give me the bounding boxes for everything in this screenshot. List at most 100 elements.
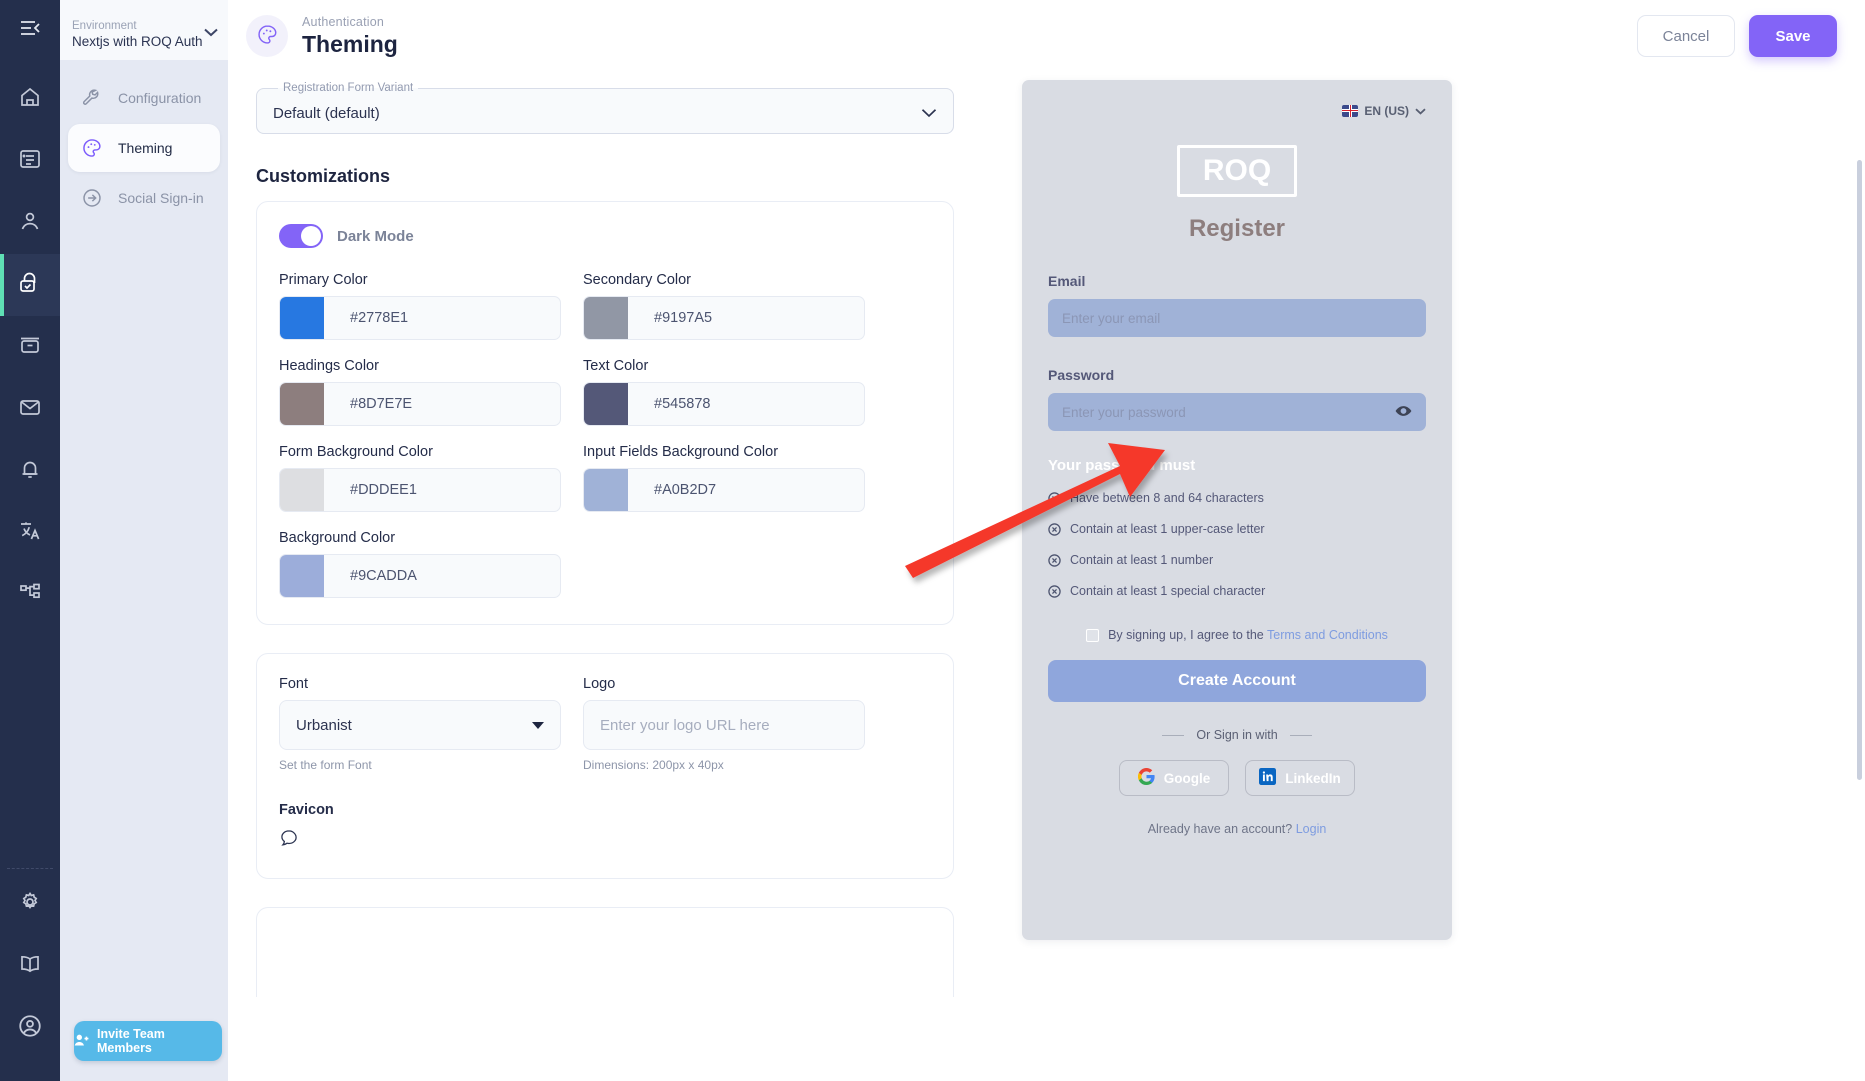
cancel-button[interactable]: Cancel	[1637, 15, 1735, 57]
page-icon-badge	[246, 15, 288, 57]
font-select[interactable]: Urbanist	[279, 700, 561, 750]
color-input[interactable]: #DDDEE1	[279, 468, 561, 512]
google-signin-button[interactable]: Google	[1119, 760, 1229, 796]
email-field[interactable]: Enter your email	[1048, 299, 1426, 337]
rail-item-mail[interactable]	[0, 378, 60, 440]
linkedin-signin-button[interactable]: LinkedIn	[1245, 760, 1355, 796]
account-circle-icon	[17, 1013, 43, 1043]
rail-item-docs[interactable]	[0, 935, 60, 997]
color-swatch[interactable]	[584, 297, 628, 339]
password-rule: Contain at least 1 upper-case letter	[1048, 522, 1426, 536]
password-field[interactable]: Enter your password	[1048, 393, 1426, 431]
caret-down-icon	[532, 721, 544, 729]
rail-item-list[interactable]	[0, 130, 60, 192]
rail-item-authentication[interactable]	[0, 254, 60, 316]
logo-url-input[interactable]: Enter your logo URL here	[583, 700, 865, 750]
save-button[interactable]: Save	[1749, 15, 1837, 57]
palette-icon	[256, 23, 279, 50]
uk-flag-icon	[1342, 104, 1359, 117]
font-logo-card: Font Urbanist Set the form Font Logo Ent…	[256, 653, 954, 879]
environment-selector[interactable]: Environment Nextjs with ROQ Auth	[60, 0, 228, 60]
color-swatch[interactable]	[584, 469, 628, 511]
sidebar-item-configuration[interactable]: Configuration	[68, 74, 220, 122]
linkedin-icon	[1259, 767, 1277, 789]
password-rule-text: Contain at least 1 upper-case letter	[1070, 522, 1265, 536]
rail-item-files[interactable]	[0, 316, 60, 378]
color-field-label: Text Color	[583, 358, 649, 374]
color-input[interactable]: #A0B2D7	[583, 468, 865, 512]
rail-item-notifications[interactable]	[0, 440, 60, 502]
favicon-preview[interactable]	[279, 828, 931, 852]
create-account-button[interactable]: Create Account	[1048, 660, 1426, 702]
rail-item-workflows[interactable]	[0, 564, 60, 626]
invite-team-members-button[interactable]: Invite Team Members	[74, 1021, 222, 1061]
rail-item-settings[interactable]	[0, 873, 60, 935]
preview-column: EN (US) ROQ Register Email Enter your em…	[928, 72, 1865, 1081]
already-have-account-text: Already have an account?	[1147, 822, 1293, 836]
color-input[interactable]: #9197A5	[583, 296, 865, 340]
user-icon	[18, 209, 42, 237]
list-icon	[18, 147, 42, 175]
arrow-right-circle-icon	[80, 186, 104, 210]
sidebar-item-social-signin[interactable]: Social Sign-in	[68, 174, 220, 222]
circle-x-icon	[1048, 584, 1061, 598]
password-label: Password	[1048, 367, 1115, 383]
chevron-down-icon	[204, 24, 218, 41]
next-settings-card	[256, 907, 954, 997]
color-swatch[interactable]	[280, 297, 324, 339]
rail-item-home[interactable]	[0, 68, 60, 130]
color-input[interactable]: #9CADDA	[279, 554, 561, 598]
registration-form-variant-select[interactable]: Registration Form Variant Default (defau…	[256, 82, 954, 134]
rail-item-account[interactable]	[0, 997, 60, 1059]
color-swatch[interactable]	[280, 383, 324, 425]
password-rule: Have between 8 and 64 characters	[1048, 491, 1426, 505]
color-input[interactable]: #8D7E7E	[279, 382, 561, 426]
rail-icon-list	[0, 60, 60, 626]
page-title: Theming	[302, 30, 398, 57]
logo-hint: Dimensions: 200px x 40px	[583, 758, 724, 772]
eye-icon[interactable]	[1395, 404, 1412, 421]
dark-mode-toggle[interactable]	[279, 224, 323, 248]
color-swatch[interactable]	[584, 383, 628, 425]
circle-x-icon	[1048, 522, 1061, 536]
dark-mode-label: Dark Mode	[337, 227, 414, 245]
toggle-knob	[301, 226, 321, 246]
chevron-down-icon	[1415, 102, 1426, 119]
book-icon	[18, 952, 42, 980]
lock-check-icon	[18, 271, 42, 299]
rail-item-user[interactable]	[0, 192, 60, 254]
translate-icon	[18, 519, 42, 547]
archive-icon	[18, 333, 42, 361]
color-swatch[interactable]	[280, 555, 324, 597]
sitemap-icon	[18, 581, 42, 609]
collapse-sidebar-button[interactable]	[0, 0, 60, 60]
terms-checkbox[interactable]	[1086, 628, 1100, 642]
terms-and-conditions-link[interactable]: Terms and Conditions	[1267, 628, 1388, 642]
vertical-scrollbar[interactable]	[1857, 160, 1862, 780]
icon-rail	[0, 0, 60, 1081]
terms-text: By signing up, I agree to the Terms and …	[1108, 628, 1388, 642]
color-swatch[interactable]	[280, 469, 324, 511]
home-icon	[18, 85, 42, 113]
preview-title: Register	[1188, 215, 1286, 242]
google-label: Google	[1163, 770, 1211, 786]
invite-team-members-label: Invite Team Members	[97, 1027, 165, 1055]
menu-collapse-icon	[18, 17, 42, 43]
language-selector[interactable]: EN (US)	[1048, 102, 1426, 119]
sidebar-item-theming[interactable]: Theming	[68, 124, 220, 172]
rail-item-translations[interactable]	[0, 502, 60, 564]
color-field-primary: Primary Color #2778E1	[279, 272, 561, 340]
content-area: Registration Form Variant Default (defau…	[228, 72, 1865, 1081]
font-field: Font Urbanist Set the form Font	[279, 676, 561, 772]
sidebar-item-label: Theming	[118, 140, 173, 156]
color-input[interactable]: #2778E1	[279, 296, 561, 340]
logo-field: Logo Enter your logo URL here Dimensions…	[583, 676, 865, 772]
wrench-icon	[80, 86, 104, 110]
login-link[interactable]: Login	[1296, 822, 1327, 836]
color-field-background: Background Color #9CADDA	[279, 530, 561, 598]
chat-bubble-icon	[279, 830, 299, 852]
color-input[interactable]: #545878	[583, 382, 865, 426]
color-field-label: Form Background Color	[279, 444, 433, 460]
or-label: Or Sign in with	[1196, 728, 1278, 742]
color-value: #A0B2D7	[654, 482, 717, 498]
